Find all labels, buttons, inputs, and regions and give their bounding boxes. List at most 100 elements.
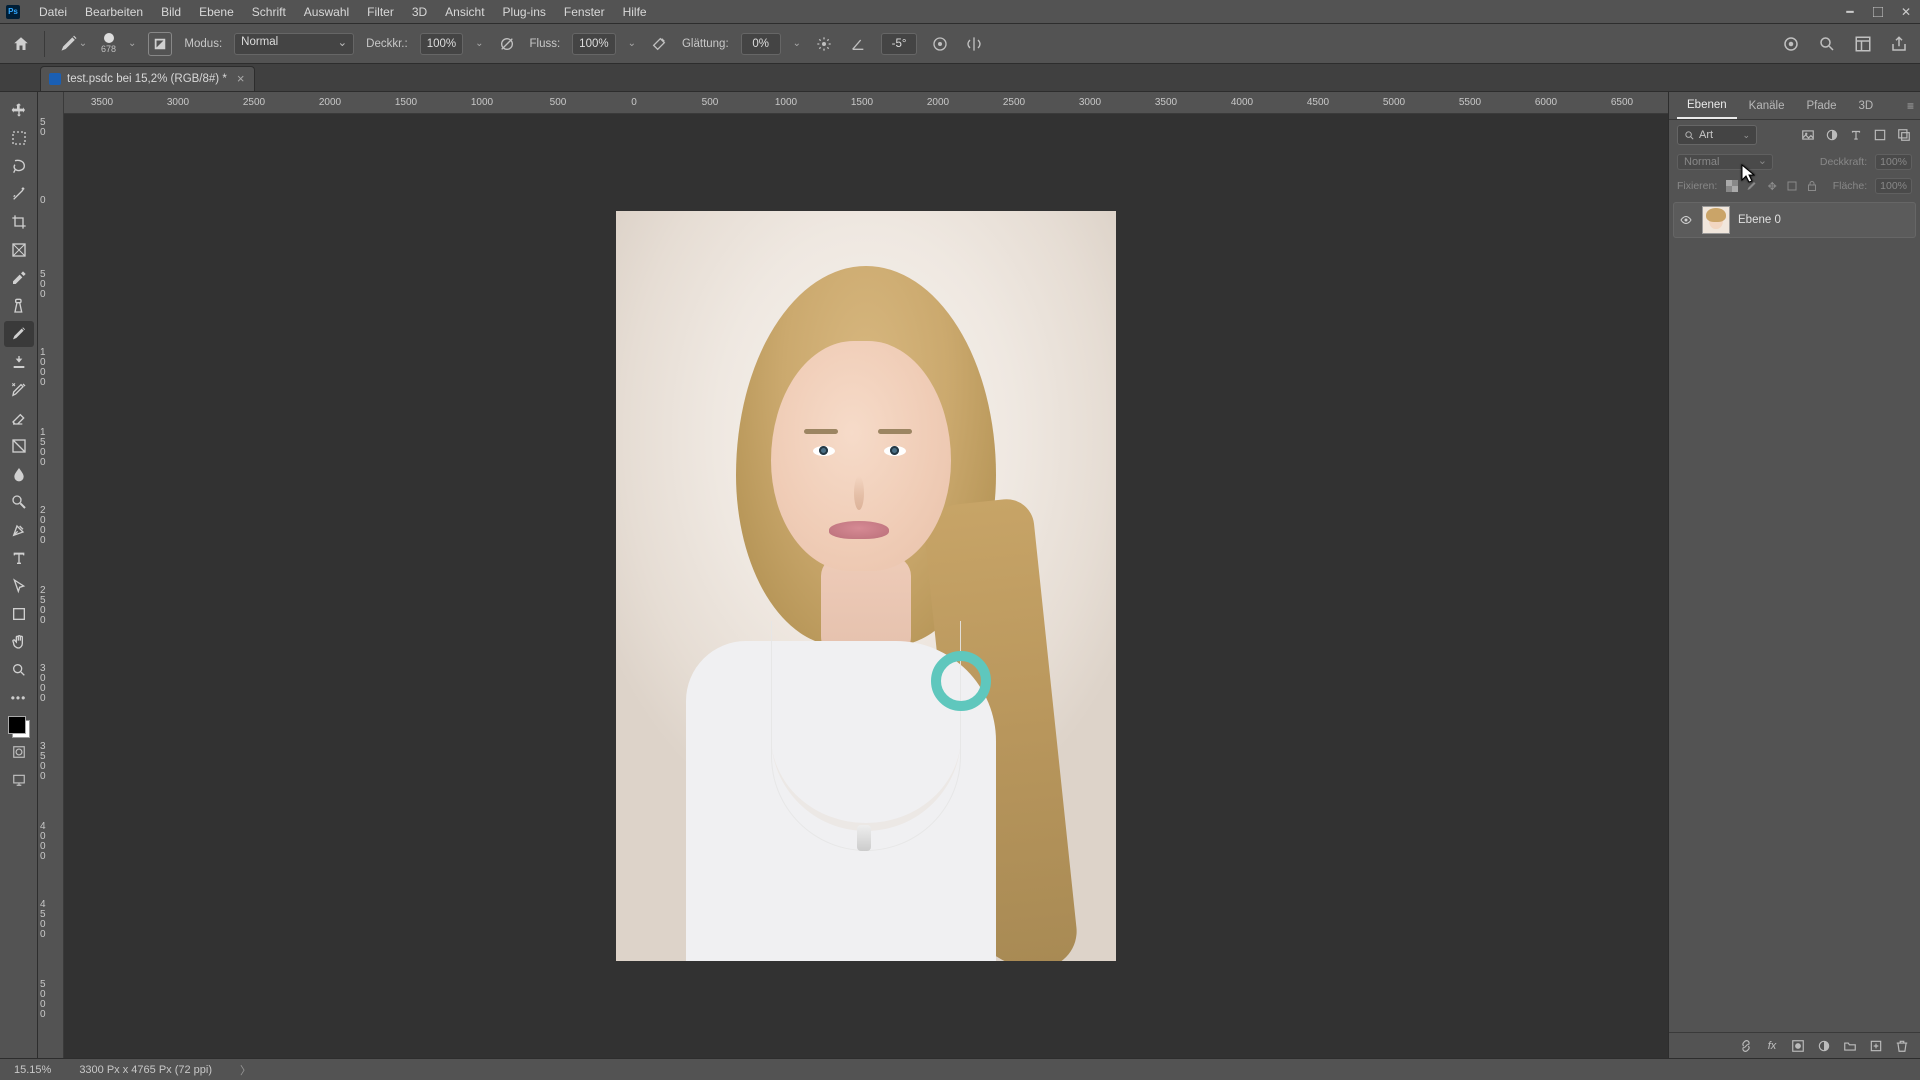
airbrush-button[interactable] (648, 33, 670, 55)
window-close-button[interactable]: ✕ (1892, 1, 1920, 23)
dodge-tool[interactable] (4, 489, 34, 515)
mode-select[interactable]: Normal (234, 33, 354, 55)
crop-tool[interactable] (4, 209, 34, 235)
smoothing-input[interactable]: 0% (741, 33, 781, 55)
link-layers-button[interactable] (1738, 1038, 1754, 1054)
tab-layers[interactable]: Ebenen (1677, 93, 1737, 119)
move-tool[interactable] (4, 97, 34, 123)
layer-row[interactable]: Ebene 0 (1673, 202, 1916, 238)
tab-paths[interactable]: Pfade (1796, 94, 1846, 118)
symmetry-button[interactable] (963, 33, 985, 55)
menu-plugins[interactable]: Plug-ins (494, 0, 555, 24)
menu-view[interactable]: Ansicht (436, 0, 493, 24)
document-tab[interactable]: test.psdc bei 15,2% (RGB/8#) * × (40, 66, 255, 91)
path-selection-tool[interactable] (4, 573, 34, 599)
filter-pixel-icon[interactable] (1800, 127, 1816, 143)
chevron-down-icon[interactable]: ⌄ (628, 38, 636, 49)
blur-tool[interactable] (4, 461, 34, 487)
layer-mask-button[interactable] (1790, 1038, 1806, 1054)
share-button[interactable] (1888, 33, 1910, 55)
workspace-button[interactable] (1852, 33, 1874, 55)
screenmode-button[interactable] (4, 767, 34, 793)
panel-menu-button[interactable]: ≡ (1907, 99, 1920, 113)
menu-window[interactable]: Fenster (555, 0, 614, 24)
lock-all-icon[interactable] (1805, 179, 1819, 193)
lock-position-icon[interactable]: ✥ (1765, 179, 1779, 193)
frame-tool[interactable] (4, 237, 34, 263)
ruler-horizontal[interactable]: 3500300025002000150010005000500100015002… (64, 92, 1668, 114)
layer-thumbnail[interactable] (1702, 206, 1730, 234)
new-layer-button[interactable] (1868, 1038, 1884, 1054)
filter-adjustment-icon[interactable] (1824, 127, 1840, 143)
hand-tool[interactable] (4, 629, 34, 655)
magic-wand-tool[interactable] (4, 181, 34, 207)
lock-transparency-icon[interactable] (1725, 179, 1739, 193)
foreground-background-color[interactable] (8, 716, 30, 738)
marquee-tool[interactable] (4, 125, 34, 151)
menu-edit[interactable]: Bearbeiten (76, 0, 152, 24)
layer-visibility-toggle[interactable] (1678, 214, 1694, 226)
opacity-input[interactable]: 100% (420, 33, 463, 55)
tab-channels[interactable]: Kanäle (1739, 94, 1795, 118)
brush-tool[interactable] (4, 321, 34, 347)
window-maximize-button[interactable] (1864, 1, 1892, 23)
menu-help[interactable]: Hilfe (614, 0, 656, 24)
eraser-tool[interactable] (4, 405, 34, 431)
angle-input[interactable]: -5° (881, 33, 917, 55)
filter-shape-icon[interactable] (1872, 127, 1888, 143)
gradient-tool[interactable] (4, 433, 34, 459)
search-button[interactable] (1816, 33, 1838, 55)
layer-style-button[interactable]: fx (1764, 1038, 1780, 1054)
delete-layer-button[interactable] (1894, 1038, 1910, 1054)
status-doc-info[interactable]: 3300 Px x 4765 Px (72 ppi) (79, 1064, 212, 1076)
menu-type[interactable]: Schrift (243, 0, 295, 24)
brush-settings-button[interactable] (148, 32, 172, 56)
chevron-down-icon[interactable]: ⌄ (475, 38, 483, 49)
opacity-pressure-button[interactable] (496, 33, 518, 55)
panel-opacity-input[interactable]: 100% (1875, 154, 1912, 170)
cloud-documents-button[interactable] (1780, 33, 1802, 55)
menu-layer[interactable]: Ebene (190, 0, 243, 24)
window-minimize-button[interactable]: ━ (1836, 1, 1864, 23)
foreground-color-swatch[interactable] (8, 716, 26, 734)
edit-toolbar-button[interactable]: ••• (4, 685, 34, 711)
ruler-vertical[interactable]: 5 005 0 01 0 0 01 5 0 02 0 0 02 5 0 03 0… (38, 92, 64, 1058)
quickmask-button[interactable] (4, 739, 34, 765)
menu-select[interactable]: Auswahl (295, 0, 358, 24)
layer-name-label[interactable]: Ebene 0 (1738, 214, 1781, 226)
lock-pixels-icon[interactable] (1745, 179, 1759, 193)
status-zoom[interactable]: 15.15% (14, 1064, 51, 1076)
status-info-chevron[interactable]: 〉 (240, 1062, 251, 1078)
close-tab-button[interactable]: × (237, 71, 245, 86)
canvas-area[interactable]: 3500300025002000150010005000500100015002… (38, 92, 1668, 1058)
pen-tool[interactable] (4, 517, 34, 543)
home-button[interactable] (10, 33, 32, 55)
smoothing-options-button[interactable] (813, 33, 835, 55)
history-brush-tool[interactable] (4, 377, 34, 403)
lasso-tool[interactable] (4, 153, 34, 179)
clone-stamp-tool[interactable] (4, 349, 34, 375)
eyedropper-tool[interactable] (4, 265, 34, 291)
menu-filter[interactable]: Filter (358, 0, 403, 24)
blend-mode-select[interactable]: Normal (1677, 154, 1773, 170)
fill-input[interactable]: 100% (1875, 178, 1912, 194)
zoom-tool[interactable] (4, 657, 34, 683)
rectangle-tool[interactable] (4, 601, 34, 627)
menu-3d[interactable]: 3D (403, 0, 436, 24)
layer-filter-search[interactable]: Art ⌄ (1677, 125, 1757, 145)
type-tool[interactable] (4, 545, 34, 571)
menu-file[interactable]: Datei (30, 0, 76, 24)
current-tool-icon[interactable]: ⌄ (57, 30, 89, 58)
filter-smartobject-icon[interactable] (1896, 127, 1912, 143)
group-button[interactable] (1842, 1038, 1858, 1054)
flow-input[interactable]: 100% (572, 33, 615, 55)
chevron-down-icon[interactable]: ⌄ (793, 38, 801, 49)
brush-preset-picker[interactable]: 678 (101, 33, 116, 54)
healing-brush-tool[interactable] (4, 293, 34, 319)
filter-type-icon[interactable] (1848, 127, 1864, 143)
tab-3d[interactable]: 3D (1849, 94, 1884, 118)
menu-image[interactable]: Bild (152, 0, 190, 24)
size-pressure-button[interactable] (929, 33, 951, 55)
lock-artboard-icon[interactable] (1785, 179, 1799, 193)
adjustment-layer-button[interactable] (1816, 1038, 1832, 1054)
